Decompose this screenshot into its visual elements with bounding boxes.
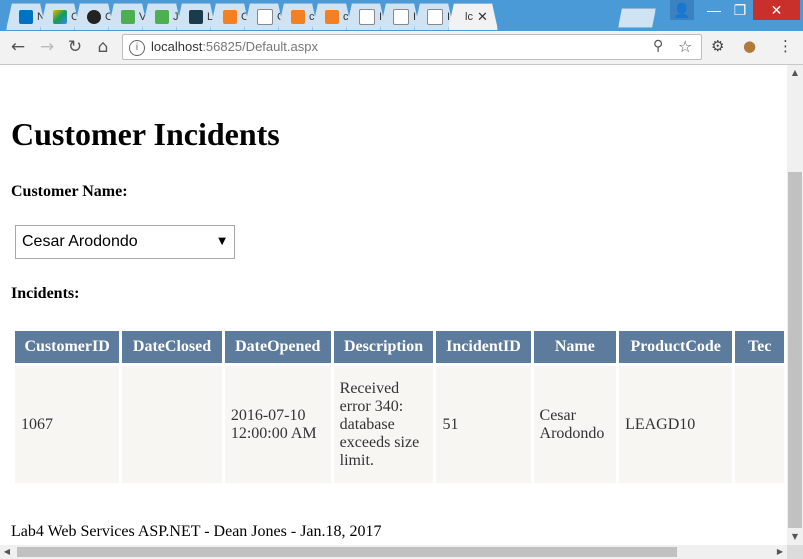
column-header: IncidentID [436,331,531,363]
vertical-scrollbar[interactable]: ▲ ▼ [787,65,803,545]
dropdown-arrow-icon: ▼ [218,236,226,247]
stackoverflow-icon [223,10,237,24]
cell-date-closed [122,366,222,483]
back-arrow-icon[interactable]: ← [8,37,28,57]
browser-tab[interactable]: I [346,3,386,30]
browser-tab[interactable]: C [74,3,114,30]
browser-tab[interactable]: c [278,3,318,30]
browser-tab[interactable]: I [414,3,454,30]
table-row: 1067 2016-07-10 12:00:00 AM Received err… [15,366,784,483]
incidents-table: CustomerID DateClosed DateOpened Descrip… [12,328,787,486]
cell-incident-id: 51 [436,366,531,483]
page-footer: Lab4 Web Services ASP.NET - Dean Jones -… [11,523,382,540]
incidents-label: Incidents: [11,285,80,302]
browser-tab[interactable]: C [40,3,80,30]
url-path: :56825/Default.aspx [202,39,318,54]
url-text: localhost:56825/Default.aspx [151,39,318,54]
browser-tab[interactable]: C [210,3,250,30]
google-drive-icon [53,10,67,24]
horizontal-scroll-thumb[interactable] [17,547,677,557]
column-header: Description [333,331,434,363]
info-icon[interactable]: i [129,40,145,56]
column-header: CustomerID [15,331,120,363]
user-profile-icon[interactable]: 👤 [670,0,694,20]
document-icon [427,9,443,25]
bookmark-star-icon[interactable]: ☆ [678,37,692,56]
browser-tab[interactable]: L [176,3,216,30]
document-icon [393,9,409,25]
browser-tab[interactable]: J [142,3,182,30]
menu-kebab-icon[interactable]: ⋮ [778,37,793,55]
new-tab-button[interactable] [618,8,656,28]
url-host: localhost [151,39,203,54]
w3schools-icon [121,10,135,24]
cell-description: Received error 340: database exceeds siz… [333,366,434,483]
scroll-down-icon[interactable]: ▼ [787,529,803,545]
stackoverflow-icon [291,10,305,24]
browser-tab[interactable]: C [244,3,284,30]
browser-tab[interactable]: I [380,3,420,30]
browser-tab[interactable]: N [6,3,46,30]
vertical-scroll-thumb[interactable] [788,172,802,528]
column-header: ProductCode [619,331,733,363]
tab-label: lc [465,11,473,23]
close-tab-icon[interactable]: ✕ [477,9,488,25]
cell-name: Cesar Arodondo [533,366,617,483]
m-icon [189,10,203,24]
cell-date-opened: 2016-07-10 12:00:00 AM [224,366,331,483]
page-title: Customer Incidents [11,116,280,152]
document-icon [257,9,273,25]
column-header: DateClosed [122,331,222,363]
cell-product-code: LEAGD10 [619,366,733,483]
cell-customer-id: 1067 [15,366,120,483]
close-window-button[interactable]: ✕ [753,0,800,20]
browser-toolbar: ← → ↻ ⌂ i localhost:56825/Default.aspx ⚲… [0,31,803,65]
maximize-button[interactable]: ❐ [727,0,753,20]
table-header-row: CustomerID DateClosed DateOpened Descrip… [15,331,784,363]
horizontal-scrollbar[interactable]: ◀ ▶ [0,545,787,559]
scroll-left-icon[interactable]: ◀ [0,545,14,559]
zoom-icon[interactable]: ⚲ [653,38,663,54]
customer-select[interactable]: Cesar Arodondo ▼ [15,225,235,259]
column-header: DateOpened [224,331,331,363]
stackoverflow-icon [325,10,339,24]
cookie-icon[interactable]: ● [743,37,756,55]
tab-strip: N C C V J L C C c c I I I lc ✕ [6,3,492,31]
browser-tab[interactable]: c [312,3,352,30]
reload-icon[interactable]: ↻ [65,37,85,57]
browser-titlebar: N C C V J L C C c c I I I lc ✕ 👤 — ❐ ✕ [0,0,803,31]
scrollbar-corner [787,545,803,559]
w3schools-icon [155,10,169,24]
browser-tab[interactable]: V [108,3,148,30]
document-icon [359,9,375,25]
minimize-button[interactable]: — [701,0,727,20]
page-content: Customer Incidents Customer Name: Cesar … [0,65,787,545]
home-icon[interactable]: ⌂ [93,37,113,57]
customer-select-value: Cesar Arodondo [22,233,138,250]
extension-gear-icon[interactable]: ⚙ [711,37,724,55]
github-icon [87,10,101,24]
column-header: Name [533,331,617,363]
outlook-icon [19,10,33,24]
cell-tech [735,366,784,483]
customer-name-label: Customer Name: [11,183,128,200]
browser-tab-active[interactable]: lc ✕ [448,3,498,30]
column-header: Tec [735,331,784,363]
scroll-up-icon[interactable]: ▲ [787,65,803,81]
address-bar[interactable]: i localhost:56825/Default.aspx ⚲ ☆ [122,34,702,60]
scroll-right-icon[interactable]: ▶ [773,545,787,559]
forward-arrow-icon[interactable]: → [37,37,57,57]
